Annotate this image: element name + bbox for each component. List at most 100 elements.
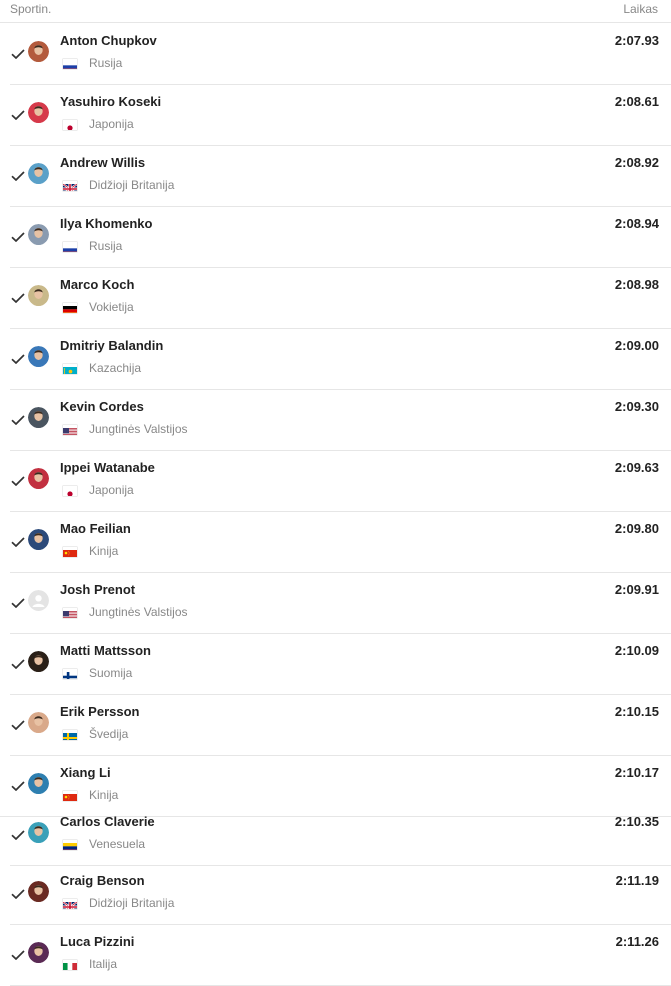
- athlete-photo-icon: [28, 822, 49, 843]
- result-row-content: Ilya KhomenkoRusija2:08.94: [10, 207, 671, 267]
- result-time: 2:11.19: [616, 873, 659, 888]
- result-row[interactable]: Ilya KhomenkoRusija2:08.94: [10, 207, 671, 268]
- result-row-content: Mao Feilian Kinija 2:09.80: [10, 512, 671, 572]
- result-row[interactable]: Anton ChupkovRusija2:07.93: [10, 24, 671, 85]
- athlete-country: Japonija: [89, 117, 134, 131]
- athlete-photo-icon: [28, 224, 49, 245]
- result-time: 2:08.92: [615, 155, 659, 170]
- result-row[interactable]: Andrew Willis Didžioji Britanija 2:08.92: [10, 146, 671, 207]
- result-row[interactable]: Luca Pizzini Italija 2:11.26: [10, 925, 671, 986]
- result-row[interactable]: Marco Koch Vokietija 2:08.98: [10, 268, 671, 329]
- athlete-column-header: Sportin.: [10, 2, 51, 16]
- uk-flag-icon: [63, 899, 77, 909]
- result-row-content: Carlos Claverie Venesuela 2:10.35: [10, 805, 671, 865]
- athlete-name[interactable]: Dmitriy Balandin: [60, 338, 163, 353]
- result-row-content: Yasuhiro KosekiJaponija2:08.61: [10, 85, 671, 145]
- result-row-content: Dmitriy BalandinKazachija2:09.00: [10, 329, 671, 389]
- athlete-name[interactable]: Josh Prenot: [60, 582, 135, 597]
- result-row-content: Erik Persson Švedija 2:10.15: [10, 695, 671, 755]
- result-row[interactable]: Mao Feilian Kinija 2:09.80: [10, 512, 671, 573]
- athlete-name[interactable]: Carlos Claverie: [60, 814, 155, 829]
- uk-flag-icon: [63, 181, 77, 191]
- athlete-name[interactable]: Xiang Li: [60, 765, 111, 780]
- result-time: 2:10.35: [615, 814, 659, 829]
- checkmark-icon: [11, 229, 25, 239]
- result-row-content: Andrew Willis Didžioji Britanija 2:08.92: [10, 146, 671, 206]
- athlete-name[interactable]: Craig Benson: [60, 873, 145, 888]
- result-row[interactable]: Josh PrenotJungtinės Valstijos2:09.91: [10, 573, 671, 634]
- athlete-country: Didžioji Britanija: [89, 178, 174, 192]
- athlete-name[interactable]: Matti Mattsson: [60, 643, 151, 658]
- result-row[interactable]: Ippei Watanabe Japonija 2:09.63: [10, 451, 671, 512]
- athlete-country: Suomija: [89, 666, 132, 680]
- result-row[interactable]: Kevin Cordes Jungtinės Valstijos 2:09.30: [10, 390, 671, 451]
- checkmark-icon: [11, 656, 25, 666]
- checkmark-icon: [11, 107, 25, 117]
- athlete-name[interactable]: Kevin Cordes: [60, 399, 144, 414]
- checkmark-icon: [11, 168, 25, 178]
- finland-flag-icon: [63, 669, 77, 679]
- athlete-name[interactable]: Marco Koch: [60, 277, 134, 292]
- checkmark-icon: [11, 886, 25, 896]
- checkmark-icon: [11, 46, 25, 56]
- result-time: 2:09.30: [615, 399, 659, 414]
- athlete-name[interactable]: Mao Feilian: [60, 521, 131, 536]
- athlete-country: Didžioji Britanija: [89, 896, 174, 910]
- result-time: 2:10.17: [615, 765, 659, 780]
- russia-flag-icon: [63, 59, 77, 69]
- china-flag-icon: [63, 791, 77, 801]
- athlete-name[interactable]: Andrew Willis: [60, 155, 145, 170]
- result-time: 2:11.26: [616, 934, 659, 949]
- athlete-name[interactable]: Ilya Khomenko: [60, 216, 152, 231]
- athlete-country: Venesuela: [89, 837, 145, 851]
- athlete-photo-icon: [28, 529, 49, 550]
- result-row[interactable]: Carlos Claverie Venesuela 2:10.35: [10, 805, 671, 866]
- athlete-country: Japonija: [89, 483, 134, 497]
- athlete-name[interactable]: Yasuhiro Koseki: [60, 94, 161, 109]
- result-row-content: Marco Koch Vokietija 2:08.98: [10, 268, 671, 328]
- checkmark-icon: [11, 778, 25, 788]
- result-row[interactable]: Dmitriy BalandinKazachija2:09.00: [10, 329, 671, 390]
- athlete-photo-icon: [28, 41, 49, 62]
- athlete-country: Italija: [89, 957, 117, 971]
- checkmark-icon: [11, 412, 25, 422]
- kazakhstan-flag-icon: [63, 364, 77, 374]
- athlete-photo-icon: [28, 163, 49, 184]
- placeholder-avatar-icon: [28, 590, 49, 611]
- athlete-name[interactable]: Erik Persson: [60, 704, 140, 719]
- checkmark-icon: [11, 827, 25, 837]
- result-time: 2:09.80: [615, 521, 659, 536]
- athlete-country: Jungtinės Valstijos: [89, 422, 188, 436]
- result-row-content: Craig Benson Didžioji Britanija 2:11.19: [10, 864, 671, 924]
- checkmark-icon: [11, 717, 25, 727]
- athlete-photo-icon: [28, 942, 49, 963]
- result-time: 2:09.63: [615, 460, 659, 475]
- usa-flag-icon: [63, 608, 77, 618]
- result-row-content: Luca Pizzini Italija 2:11.26: [10, 925, 671, 985]
- athlete-photo-icon: [28, 346, 49, 367]
- athlete-photo-icon: [28, 773, 49, 794]
- athlete-country: Švedija: [89, 727, 128, 741]
- athlete-photo-icon: [28, 407, 49, 428]
- athlete-name[interactable]: Anton Chupkov: [60, 33, 157, 48]
- result-row-content: Ippei Watanabe Japonija 2:09.63: [10, 451, 671, 511]
- result-row[interactable]: Yasuhiro KosekiJaponija2:08.61: [10, 85, 671, 146]
- result-row[interactable]: Erik Persson Švedija 2:10.15: [10, 695, 671, 756]
- result-row[interactable]: Matti MattssonSuomija2:10.09: [10, 634, 671, 695]
- athlete-country: Vokietija: [89, 300, 134, 314]
- athlete-name[interactable]: Ippei Watanabe: [60, 460, 155, 475]
- result-row-content: Josh PrenotJungtinės Valstijos2:09.91: [10, 573, 671, 633]
- result-time: 2:10.15: [615, 704, 659, 719]
- japan-flag-icon: [63, 120, 77, 130]
- athlete-name[interactable]: Luca Pizzini: [60, 934, 134, 949]
- sweden-flag-icon: [63, 730, 77, 740]
- result-row[interactable]: Craig Benson Didžioji Britanija 2:11.19: [10, 864, 671, 925]
- athlete-country: Kinija: [89, 544, 118, 558]
- result-row-content: Matti MattssonSuomija2:10.09: [10, 634, 671, 694]
- checkmark-icon: [11, 290, 25, 300]
- result-time: 2:08.94: [615, 216, 659, 231]
- athlete-photo-icon: [28, 712, 49, 733]
- athlete-photo-icon: [28, 468, 49, 489]
- result-time: 2:08.98: [615, 277, 659, 292]
- time-column-header: Laikas: [623, 2, 658, 16]
